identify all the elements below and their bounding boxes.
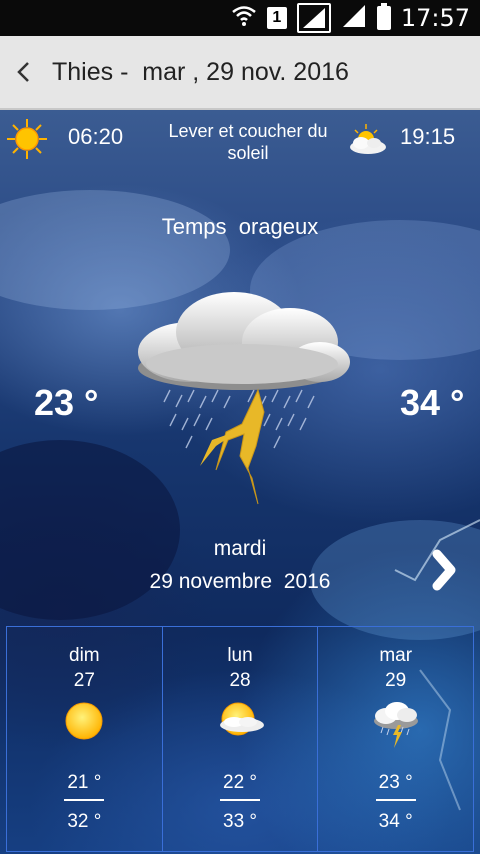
sunrise-sun-icon: [6, 118, 48, 165]
battery-icon: [376, 3, 391, 30]
page-title: Thies - mar , 29 nov. 2016: [52, 57, 349, 86]
forecast-temp-min: 21 °: [67, 772, 102, 793]
thunderstorm-icon: [130, 290, 354, 515]
forecast-day[interactable]: lun 28 22 ° 33 °: [163, 627, 319, 851]
forecast-date: 29: [385, 670, 407, 691]
signal-strength-icon: [296, 3, 331, 33]
sunrise-time: 06:20: [68, 124, 124, 149]
back-button[interactable]: [0, 35, 48, 109]
wifi-icon: [231, 3, 257, 34]
temp-divider: [64, 799, 105, 801]
forecast-strip: dim 27 21 ° 32 ° lun 28 22 ° 33 ° mar 29: [6, 626, 474, 852]
sun-cloud-icon: [214, 701, 266, 746]
today-day-name: mardi: [213, 537, 267, 560]
chevron-right-icon: [432, 549, 456, 591]
weather-condition: Temps orageux: [161, 214, 319, 239]
sun-icon: [64, 701, 104, 746]
forecast-day-name: dim: [69, 645, 100, 666]
sunrise-sunset-label: Lever et coucher du soleil: [168, 121, 328, 163]
chevron-left-icon: [17, 62, 29, 82]
sunset-sun-cloud-icon: [346, 122, 388, 161]
forecast-temp-max: 33 °: [223, 811, 258, 832]
sim-badge: 1: [266, 7, 287, 29]
forecast-day[interactable]: dim 27 21 ° 32 °: [7, 627, 163, 851]
today-temp-max: 34 °: [400, 382, 465, 423]
forecast-day-name: lun: [227, 645, 253, 666]
sunrise-sunset-row: 06:20 Lever et coucher du soleil 19:15: [0, 118, 480, 168]
app-bar: Thies - mar , 29 nov. 2016: [0, 36, 480, 110]
forecast-date: 28: [229, 670, 251, 691]
forecast-temp-max: 34 °: [378, 811, 413, 832]
status-bar: 1 17:57: [0, 0, 480, 36]
thunderstorm-icon: [371, 701, 421, 756]
sunset-time: 19:15: [400, 124, 456, 149]
temp-divider: [375, 799, 416, 801]
today-temp-min: 23 °: [34, 382, 99, 423]
forecast-temp-min: 23 °: [378, 772, 413, 793]
today-full-date: 29 novembre 2016: [149, 570, 331, 593]
next-day-button[interactable]: [424, 546, 464, 594]
forecast-temp-max: 32 °: [67, 811, 102, 832]
status-time: 17:57: [400, 4, 470, 32]
forecast-temp-min: 22 °: [223, 772, 258, 793]
forecast-day[interactable]: mar 29 23 ° 34 °: [318, 627, 473, 851]
forecast-day-name: mar: [379, 645, 413, 666]
signal-icon: [341, 4, 367, 33]
forecast-date: 27: [73, 670, 95, 691]
temp-divider: [220, 799, 260, 801]
